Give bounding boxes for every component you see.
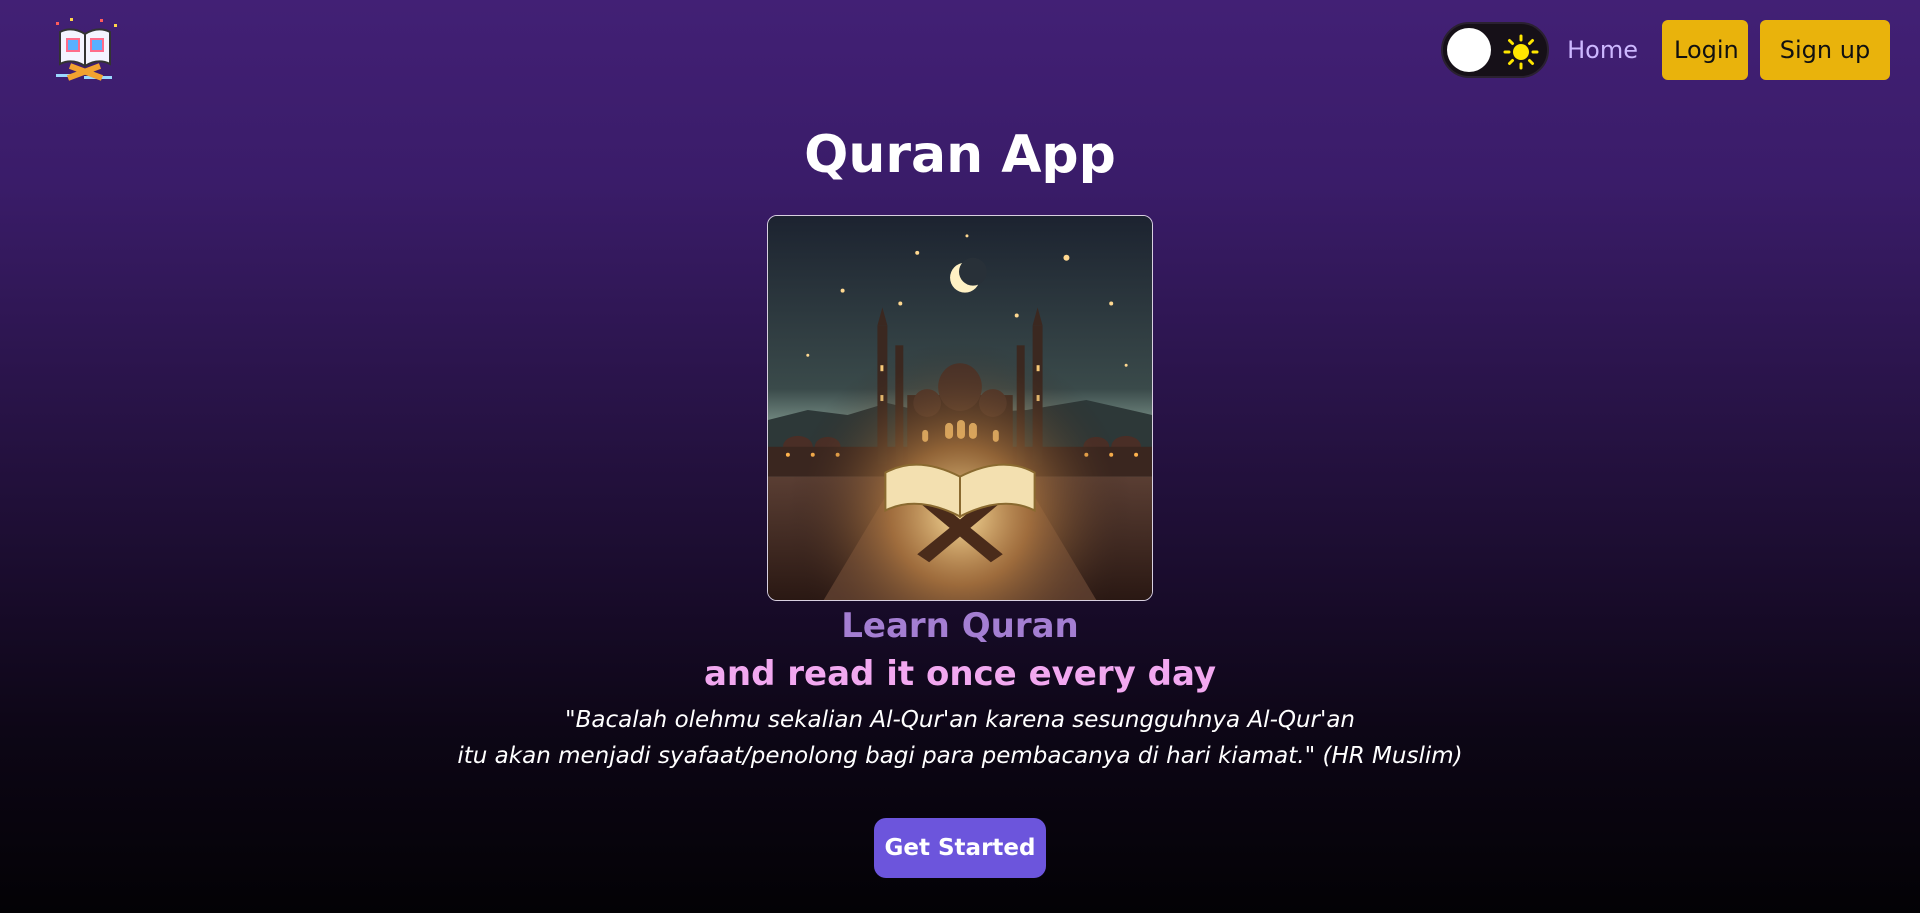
- login-button[interactable]: Login: [1662, 20, 1748, 80]
- tagline-read-daily: and read it once every day: [703, 654, 1217, 694]
- quote-line-1: "Bacalah olehmu sekalian Al-Qur'an karen…: [565, 707, 1355, 733]
- tagline-learn-quran: Learn Quran: [841, 606, 1079, 646]
- toggle-knob: [1447, 28, 1492, 72]
- hero-image: [767, 215, 1153, 601]
- hadith-quote: "Bacalah olehmu sekalian Al-Qur'an karen…: [0, 702, 1920, 774]
- top-nav: Home Login Sign up: [1441, 20, 1890, 80]
- sun-icon: [1503, 34, 1539, 70]
- theme-toggle[interactable]: [1441, 22, 1550, 78]
- app-logo-icon[interactable]: [50, 14, 120, 84]
- get-started-button[interactable]: Get Started: [874, 818, 1046, 878]
- signup-button[interactable]: Sign up: [1760, 20, 1890, 80]
- page-title: Quran App: [804, 125, 1116, 185]
- nav-home-link[interactable]: Home: [1567, 36, 1638, 64]
- quote-line-2: itu akan menjadi syafaat/penolong bagi p…: [457, 743, 1463, 769]
